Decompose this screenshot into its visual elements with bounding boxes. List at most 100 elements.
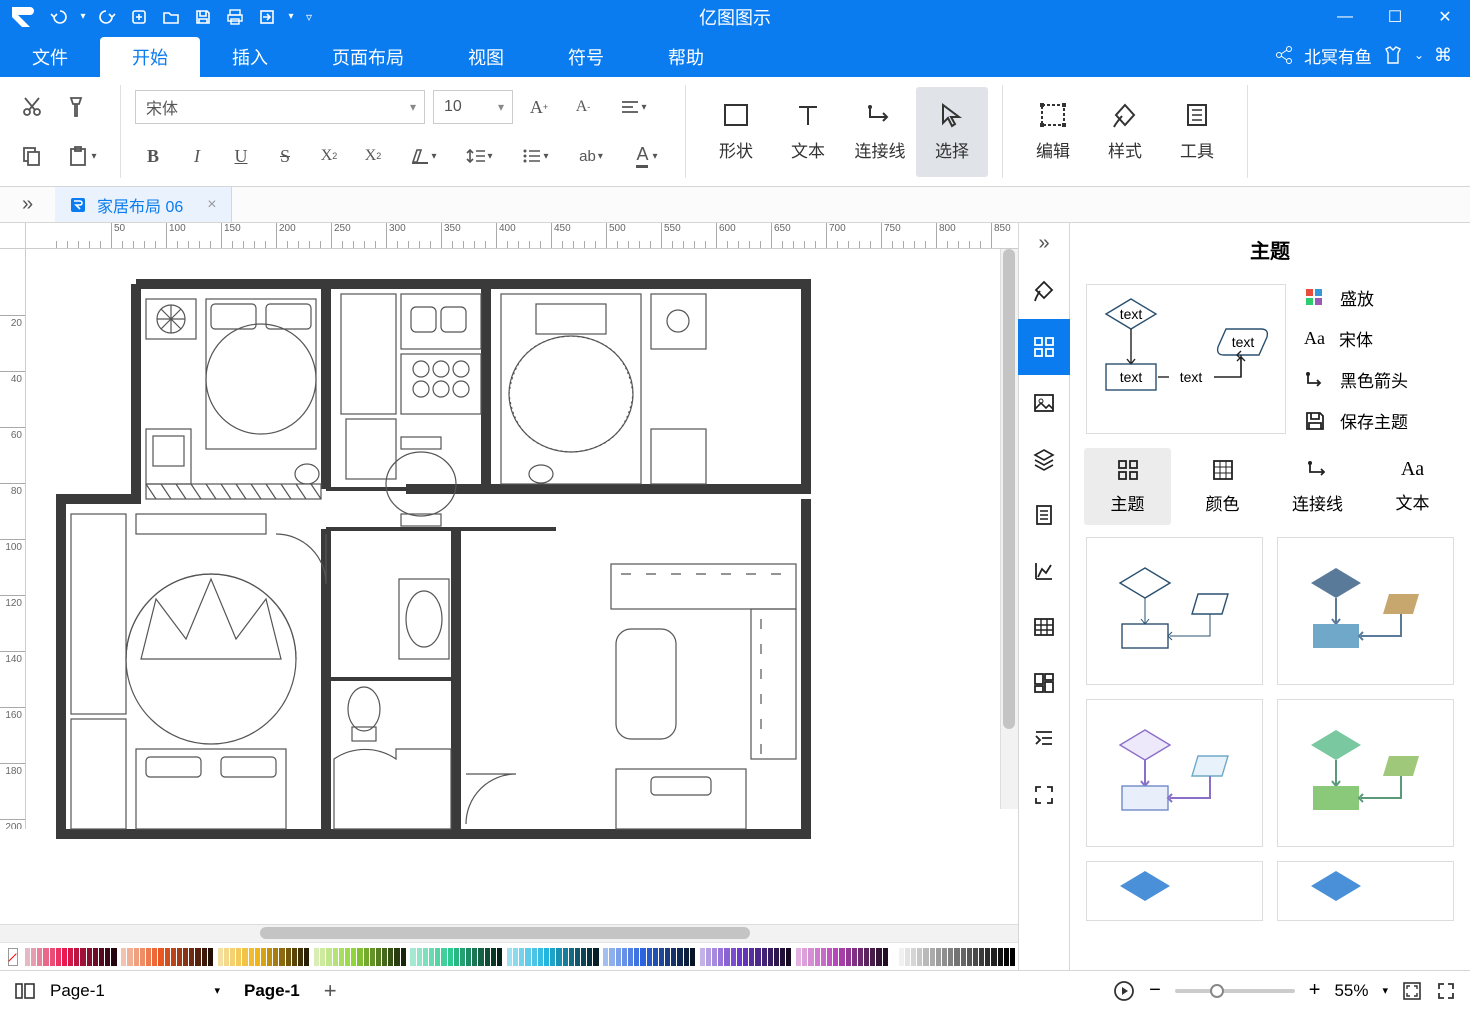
color-swatch[interactable] xyxy=(460,948,465,966)
add-page-button[interactable]: + xyxy=(324,978,337,1004)
menu-tab-帮助[interactable]: 帮助 xyxy=(636,37,736,77)
tools-button[interactable]: 工具 xyxy=(1161,87,1233,177)
color-swatch[interactable] xyxy=(616,948,621,966)
align-button[interactable]: ▾ xyxy=(609,89,657,125)
theme-tab-1[interactable]: 颜色 xyxy=(1179,448,1266,525)
theme-tool[interactable] xyxy=(1018,319,1070,375)
color-swatch[interactable] xyxy=(99,948,104,966)
color-swatch[interactable] xyxy=(314,948,319,966)
tabs-expand[interactable]: » xyxy=(0,187,55,222)
color-swatch[interactable] xyxy=(507,948,512,966)
color-swatch[interactable] xyxy=(497,948,502,966)
highlight-button[interactable]: ▾ xyxy=(399,138,447,174)
color-swatch[interactable] xyxy=(544,948,549,966)
color-swatch[interactable] xyxy=(121,948,126,966)
zoom-slider[interactable] xyxy=(1175,989,1295,993)
color-swatch[interactable] xyxy=(786,948,791,966)
color-swatch[interactable] xyxy=(665,948,670,966)
color-swatch[interactable] xyxy=(202,948,207,966)
color-swatch[interactable] xyxy=(603,948,608,966)
color-swatch[interactable] xyxy=(370,948,375,966)
dashboard-tool[interactable] xyxy=(1018,655,1070,711)
color-swatch[interactable] xyxy=(435,948,440,966)
fit-icon[interactable] xyxy=(1402,981,1422,1001)
color-swatch[interactable] xyxy=(236,948,241,966)
indent-tool[interactable] xyxy=(1018,711,1070,767)
color-swatch[interactable] xyxy=(56,948,61,966)
color-swatch[interactable] xyxy=(532,948,537,966)
color-swatch[interactable] xyxy=(677,948,682,966)
color-swatch[interactable] xyxy=(218,948,223,966)
user-name[interactable]: 北冥有鱼 xyxy=(1304,43,1372,68)
color-swatch[interactable] xyxy=(936,948,941,966)
color-swatch[interactable] xyxy=(230,948,235,966)
color-swatch[interactable] xyxy=(224,948,229,966)
theme-card-3[interactable] xyxy=(1086,699,1263,847)
redo-button[interactable] xyxy=(92,0,122,33)
scrollbar-horizontal[interactable] xyxy=(0,924,1018,942)
color-swatch[interactable] xyxy=(979,948,984,966)
save-button[interactable] xyxy=(188,0,218,33)
color-swatch[interactable] xyxy=(146,948,151,966)
color-swatch[interactable] xyxy=(587,948,592,966)
color-swatch[interactable] xyxy=(821,948,826,966)
color-swatch[interactable] xyxy=(892,948,897,966)
color-swatch[interactable] xyxy=(653,948,658,966)
color-swatch[interactable] xyxy=(401,948,406,966)
color-swatch[interactable] xyxy=(563,948,568,966)
shape-tool[interactable]: 形状 xyxy=(700,87,772,177)
page-list-icon[interactable] xyxy=(14,982,36,1000)
undo-button[interactable] xyxy=(44,0,74,33)
color-swatch[interactable] xyxy=(712,948,717,966)
color-swatch[interactable] xyxy=(991,948,996,966)
color-swatch[interactable] xyxy=(973,948,978,966)
color-swatch[interactable] xyxy=(249,948,254,966)
color-swatch[interactable] xyxy=(466,948,471,966)
zoom-level[interactable]: 55% xyxy=(1334,981,1368,1001)
color-swatch[interactable] xyxy=(550,948,555,966)
color-swatch[interactable] xyxy=(388,948,393,966)
color-swatch[interactable] xyxy=(376,948,381,966)
color-swatch[interactable] xyxy=(43,948,48,966)
color-swatch[interactable] xyxy=(581,948,586,966)
menu-tab-插入[interactable]: 插入 xyxy=(200,37,300,77)
paste-button[interactable]: ▾ xyxy=(58,138,106,174)
color-swatch[interactable] xyxy=(846,948,851,966)
theme-tab-2[interactable]: 连接线 xyxy=(1274,448,1361,525)
color-swatch[interactable] xyxy=(158,948,163,966)
line-spacing-button[interactable]: ▾ xyxy=(455,138,503,174)
page-tab[interactable]: Page-1 xyxy=(234,981,310,1001)
color-swatch[interactable] xyxy=(876,948,881,966)
color-swatch[interactable] xyxy=(429,948,434,966)
theme-tab-3[interactable]: Aa文本 xyxy=(1369,448,1456,525)
color-swatch[interactable] xyxy=(423,948,428,966)
color-swatch[interactable] xyxy=(298,948,303,966)
color-swatch[interactable] xyxy=(25,948,30,966)
close-button[interactable]: ✕ xyxy=(1420,0,1470,33)
document-tab[interactable]: 家居布局 06 × xyxy=(55,187,232,222)
color-swatch[interactable] xyxy=(62,948,67,966)
color-swatch[interactable] xyxy=(858,948,863,966)
undo-dropdown[interactable]: ▾ xyxy=(76,0,90,33)
export-dropdown[interactable]: ▾ xyxy=(284,0,298,33)
subscript-button[interactable]: X2 xyxy=(355,138,391,174)
color-swatch[interactable] xyxy=(622,948,627,966)
select-tool[interactable]: 选择 xyxy=(916,87,988,177)
color-swatch[interactable] xyxy=(320,948,325,966)
color-swatch[interactable] xyxy=(171,948,176,966)
no-color-swatch[interactable] xyxy=(8,948,18,966)
color-swatch[interactable] xyxy=(942,948,947,966)
color-swatch[interactable] xyxy=(105,948,110,966)
color-swatch[interactable] xyxy=(68,948,73,966)
fullscreen-icon[interactable] xyxy=(1436,981,1456,1001)
fullscreen-tool[interactable] xyxy=(1018,767,1070,823)
layers-tool[interactable] xyxy=(1018,431,1070,487)
color-swatch[interactable] xyxy=(948,948,953,966)
theme-opt-save[interactable]: 保存主题 xyxy=(1304,408,1454,433)
color-swatch[interactable] xyxy=(242,948,247,966)
edit-button[interactable]: 编辑 xyxy=(1017,87,1089,177)
color-swatch[interactable] xyxy=(911,948,916,966)
color-swatch[interactable] xyxy=(724,948,729,966)
text-direction-button[interactable]: ab▾ xyxy=(567,138,615,174)
theme-card-2[interactable] xyxy=(1277,537,1454,685)
